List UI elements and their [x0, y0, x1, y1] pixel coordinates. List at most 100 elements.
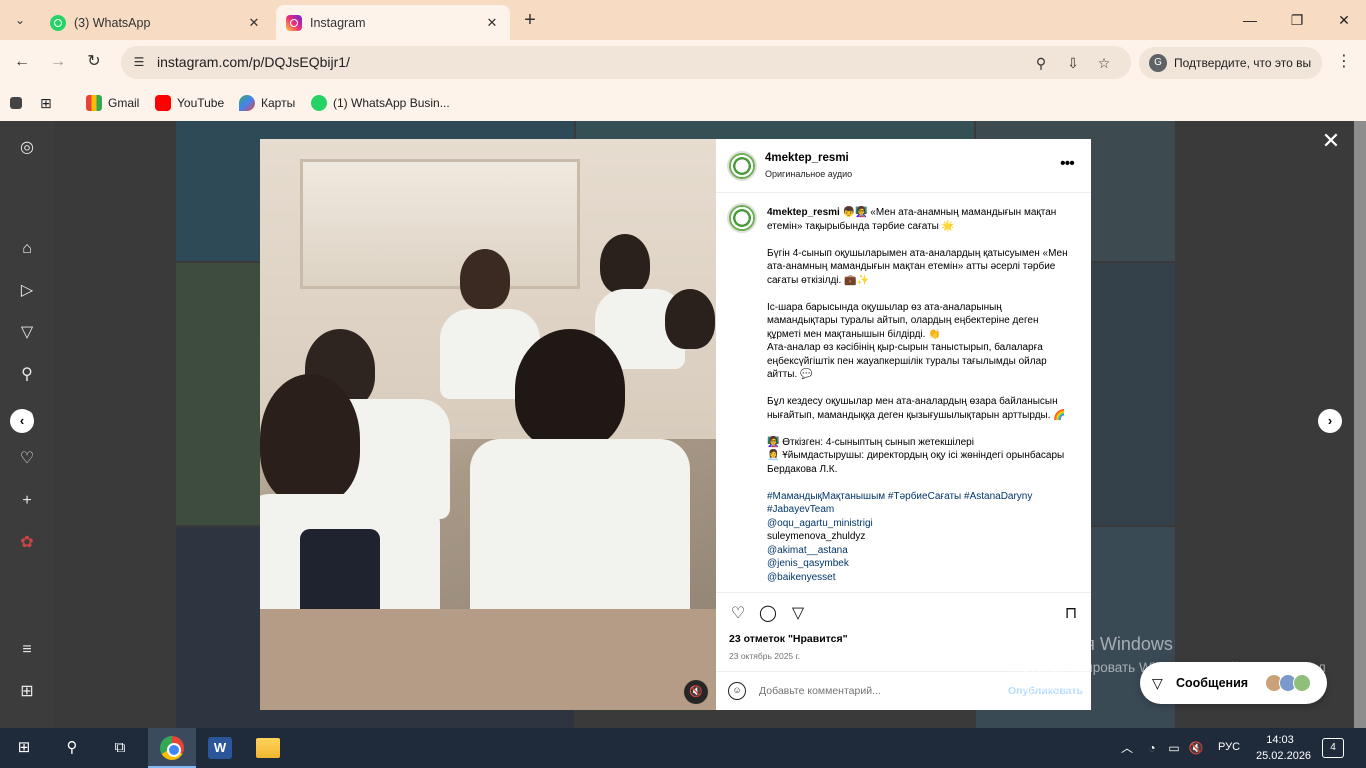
confirm-chip-label: Подтвердите, что это вы: [1174, 56, 1312, 70]
profile-icon: G: [1149, 54, 1167, 72]
caption-username[interactable]: 4mektep_resmi: [767, 207, 840, 218]
battery-icon[interactable]: ▭: [1162, 736, 1186, 760]
caption-mention[interactable]: @baikenyesset: [767, 571, 1072, 585]
post-details-panel: 4mektep_resmi Оригинальное аудио ••• 4me…: [716, 139, 1091, 710]
post-header: 4mektep_resmi Оригинальное аудио •••: [716, 139, 1091, 193]
share-icon[interactable]: ▽: [787, 603, 809, 625]
notifications-heart-icon[interactable]: ♡: [17, 449, 37, 469]
caption-paragraph: Бұл кездесу оқушылар мен ата-аналардың ө…: [767, 396, 1066, 421]
close-tab-icon[interactable]: ✕: [246, 15, 262, 31]
browser-tab-bar: ⌄ (3) WhatsApp ✕ Instagram ✕ + — ❐ ✕: [0, 0, 1366, 40]
apps-grid-icon[interactable]: ⊞: [40, 93, 52, 113]
clock[interactable]: 14:03 25.02.2026: [1256, 732, 1311, 764]
bookmark-label: (1) WhatsApp Busin...: [333, 96, 450, 110]
install-app-icon[interactable]: ⇩: [1063, 53, 1083, 73]
tab-whatsapp[interactable]: (3) WhatsApp ✕: [40, 5, 272, 40]
instagram-logo-icon[interactable]: ◎: [17, 138, 37, 158]
volume-icon[interactable]: 🔇: [1184, 736, 1208, 760]
zoom-icon[interactable]: ⚲: [1031, 53, 1051, 73]
tab-instagram[interactable]: Instagram ✕: [276, 5, 510, 40]
also-from-meta-icon[interactable]: ⊞: [17, 682, 37, 702]
sidebar-toggle-icon[interactable]: [10, 93, 22, 113]
caption-mention[interactable]: @jenis_qasymbek: [767, 557, 1072, 571]
forward-icon[interactable]: →: [46, 50, 70, 74]
chrome-icon[interactable]: [160, 736, 184, 760]
like-heart-icon[interactable]: ♡: [727, 603, 749, 625]
address-bar[interactable]: ☰ instagram.com/p/DQJsEQbijr1/ ⚲ ⇩ ☆: [121, 46, 1131, 79]
bookmark-star-icon[interactable]: ☆: [1094, 53, 1114, 73]
bookmark-maps[interactable]: Карты: [239, 93, 295, 113]
avatar[interactable]: [727, 203, 757, 233]
bookmark-youtube[interactable]: YouTube: [155, 93, 224, 113]
restore-icon[interactable]: ❐: [1285, 8, 1309, 32]
new-tab-button[interactable]: +: [518, 9, 542, 33]
site-settings-icon[interactable]: ☰: [131, 54, 147, 70]
profile-avatar-icon[interactable]: ✿: [17, 533, 37, 553]
input-language[interactable]: РУС: [1218, 741, 1240, 753]
square-icon: [10, 97, 22, 109]
reels-icon[interactable]: ▷: [17, 281, 37, 301]
youtube-icon: [155, 95, 171, 111]
bookmark-whatsapp-business[interactable]: (1) WhatsApp Busin...: [311, 93, 450, 113]
mute-icon[interactable]: 🔇: [684, 680, 708, 704]
save-bookmark-icon[interactable]: ⊓: [1060, 603, 1082, 625]
tray-chevron-icon[interactable]: ︿: [1115, 736, 1139, 760]
direct-icon: ▽: [1152, 674, 1163, 691]
next-post-icon[interactable]: ›: [1318, 409, 1342, 433]
url-text: instagram.com/p/DQJsEQbijr1/: [157, 54, 350, 70]
caption-scroll-area[interactable]: 4mektep_resmi 👦👩‍🏫 «Мен ата-анамның мама…: [716, 194, 1091, 591]
likes-count[interactable]: 23 отметок "Нравится": [729, 633, 848, 645]
menu-icon[interactable]: ≡: [17, 640, 37, 660]
comment-input[interactable]: Добавьте комментарий...: [759, 685, 881, 697]
messages-button[interactable]: ▽ Сообщения: [1140, 662, 1327, 704]
notification-center-icon[interactable]: 4: [1322, 738, 1344, 758]
bookmarks-bar: ⊞ Gmail YouTube Карты (1) WhatsApp Busin…: [0, 85, 1366, 121]
browser-menu-icon[interactable]: ⋮: [1334, 52, 1354, 72]
create-icon[interactable]: +: [17, 491, 37, 511]
post-date: 23 октябрь 2025 г.: [729, 651, 800, 661]
close-tab-icon[interactable]: ✕: [484, 15, 500, 31]
clock-time: 14:03: [1266, 734, 1294, 746]
video-figure: [665, 289, 715, 349]
post-username[interactable]: 4mektep_resmi: [765, 152, 849, 164]
whatsapp-icon: [50, 14, 66, 31]
word-icon[interactable]: W: [208, 737, 232, 759]
video-frame-desk: [260, 609, 716, 710]
windows-start-icon[interactable]: ⊞: [12, 736, 36, 760]
caption-mention[interactable]: @oqu_agartu_ministrigi: [767, 517, 1072, 531]
caption-mention: suleymenova_zhuldyz: [767, 531, 866, 542]
search-icon[interactable]: ⚲: [17, 365, 37, 385]
confirm-identity-chip[interactable]: G Подтвердите, что это вы: [1139, 47, 1322, 79]
audio-label[interactable]: Оригинальное аудио: [765, 169, 852, 179]
back-icon[interactable]: ←: [10, 50, 34, 74]
more-options-icon[interactable]: •••: [1060, 155, 1075, 173]
caption-paragraph: Іс-шара барысында оқушылар өз ата-аналар…: [767, 301, 1039, 340]
caption-paragraph: 👩‍🏫 Өткізген: 4-сыныптың сынып жетекшіле…: [767, 436, 974, 448]
previous-post-icon[interactable]: ‹: [10, 409, 34, 433]
task-view-icon[interactable]: ⧉: [108, 736, 132, 760]
messages-label: Сообщения: [1176, 676, 1249, 690]
close-window-icon[interactable]: ✕: [1332, 8, 1356, 32]
home-icon[interactable]: ⌂: [17, 239, 37, 259]
post-video[interactable]: [260, 139, 716, 710]
close-modal-icon[interactable]: ✕: [1320, 130, 1342, 152]
caption-hashtags[interactable]: #МамандықМақтанышым #ТәрбиеСағаты #Astan…: [767, 490, 1072, 517]
search-icon[interactable]: ⚲: [60, 736, 84, 760]
file-explorer-icon[interactable]: [256, 738, 280, 758]
avatar[interactable]: [727, 151, 757, 181]
reload-icon[interactable]: ↻: [82, 50, 106, 74]
comment-icon[interactable]: ◯: [757, 603, 779, 625]
direct-icon[interactable]: ▽: [17, 323, 37, 343]
bookmark-gmail[interactable]: Gmail: [86, 93, 139, 113]
grid-icon: ⊞: [40, 94, 52, 111]
network-icon[interactable]: ◔: [1140, 736, 1164, 760]
video-figure: [600, 234, 650, 294]
windows-activation-title: Активация Windows: [1007, 634, 1173, 654]
message-avatars: [1265, 674, 1315, 692]
tab-search-icon[interactable]: ⌄: [8, 8, 32, 32]
emoji-icon[interactable]: ☺: [728, 682, 746, 700]
minimize-icon[interactable]: —: [1238, 8, 1262, 32]
page-scrollbar[interactable]: [1354, 121, 1366, 728]
caption-mention[interactable]: @akimat__astana: [767, 544, 1072, 558]
bookmark-label: Gmail: [108, 96, 140, 110]
